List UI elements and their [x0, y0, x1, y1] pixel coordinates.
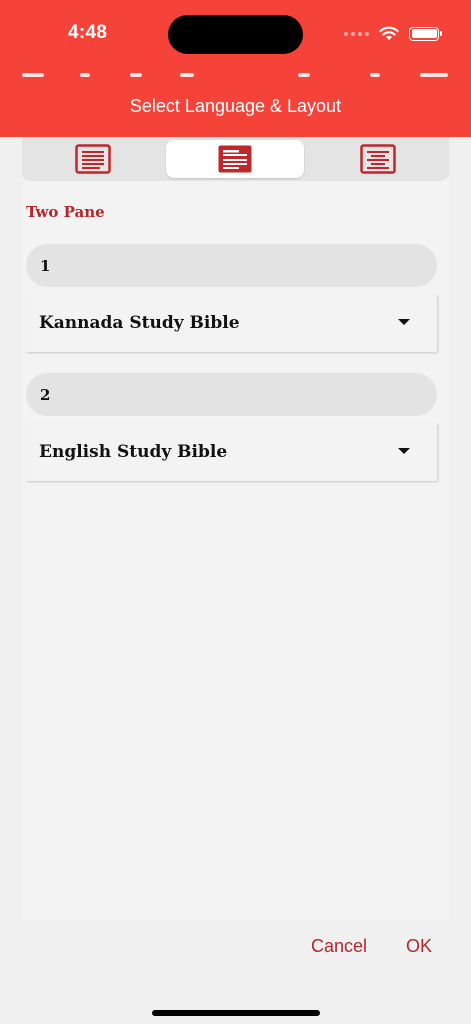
status-time: 4:48: [68, 22, 108, 43]
dropdown-arrow-icon: [398, 448, 410, 454]
dynamic-island: [168, 15, 303, 54]
home-indicator: [152, 1010, 320, 1016]
dialog-title: Select Language & Layout: [129, 96, 342, 116]
wifi-icon: [379, 26, 399, 40]
layout-option-parallel[interactable]: [309, 140, 447, 178]
pane-2-language-dropdown[interactable]: English Study Bible: [26, 423, 437, 481]
battery-icon: [409, 26, 442, 41]
single-pane-layout-icon: [75, 144, 111, 174]
layout-option-two-pane[interactable]: [166, 140, 304, 178]
pane-2-language-value: English Study Bible: [39, 442, 228, 462]
cancel-button[interactable]: Cancel: [311, 936, 367, 957]
layout-option-single-pane[interactable]: [24, 140, 162, 178]
dialog-header: 4:48 Select Language & Layout: [0, 0, 471, 137]
pane-1-language-value: Kannada Study Bible: [39, 313, 240, 333]
two-pane-layout-icon: [218, 145, 252, 173]
layout-selector: [22, 137, 449, 181]
cellular-signal-icon: [344, 31, 369, 36]
pane-number-2: 2: [26, 373, 437, 416]
status-icons: [344, 26, 442, 41]
dialog-panel: Two Pane 1 Kannada Study Bible 2 English…: [22, 137, 449, 920]
parallel-layout-icon: [360, 144, 396, 174]
dropdown-arrow-icon: [398, 319, 410, 325]
ok-button[interactable]: OK: [406, 936, 432, 957]
toolbar-behind-dialog: [0, 70, 471, 80]
pane-1-language-dropdown[interactable]: Kannada Study Bible: [26, 294, 437, 352]
pane-number-1: 1: [26, 244, 437, 287]
selected-layout-label: Two Pane: [26, 203, 105, 221]
